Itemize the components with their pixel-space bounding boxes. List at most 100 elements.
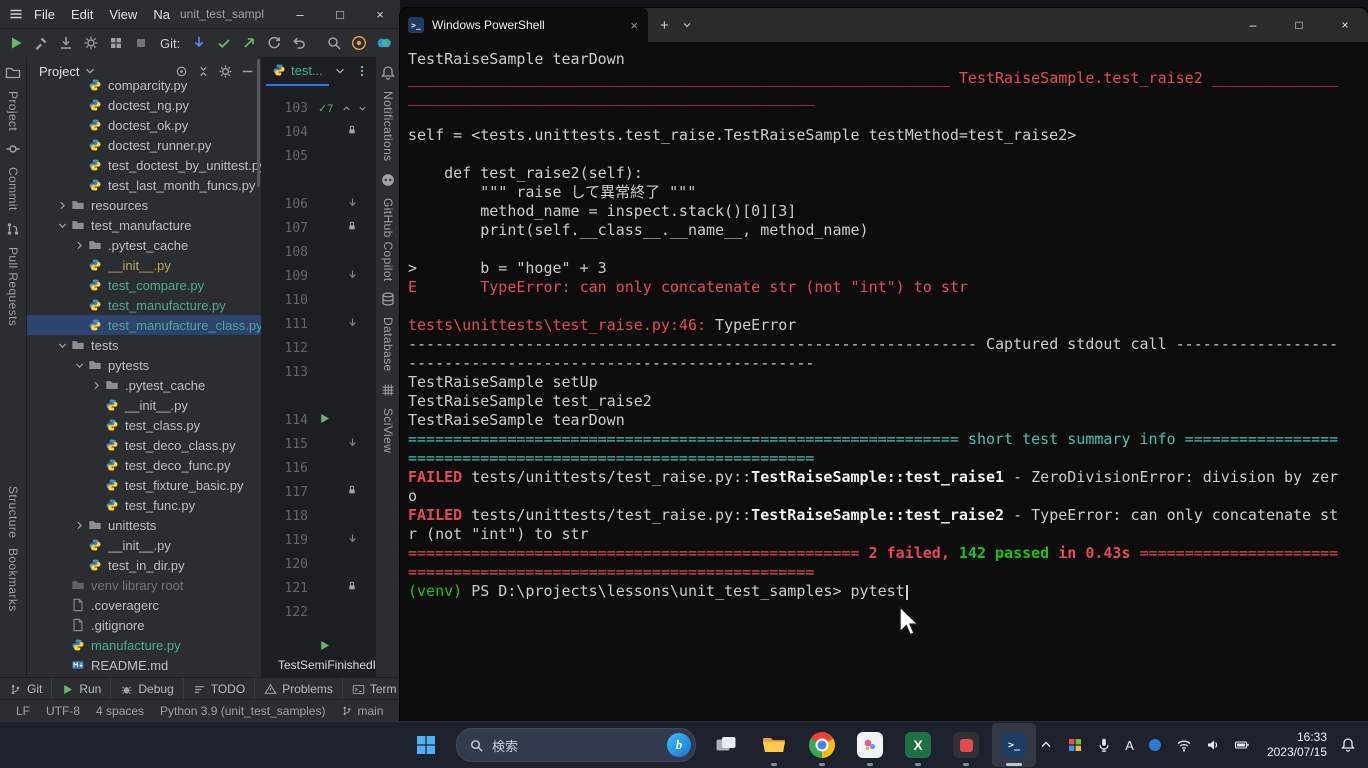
powershell-icon[interactable]: >_ bbox=[992, 723, 1036, 767]
test-result-badge[interactable]: ✓7 bbox=[318, 102, 333, 115]
tab-close-icon[interactable]: × bbox=[628, 18, 640, 33]
database-icon[interactable] bbox=[380, 291, 396, 307]
editor-line[interactable]: 107 bbox=[262, 216, 375, 240]
scrollbar[interactable] bbox=[257, 59, 260, 187]
status-button-debug[interactable]: Debug bbox=[111, 678, 183, 700]
tree-item[interactable]: pytests bbox=[27, 355, 261, 375]
maximize-icon[interactable]: □ bbox=[320, 0, 360, 28]
chevron-up-icon[interactable] bbox=[341, 103, 352, 114]
tree-item[interactable]: test_class.py bbox=[27, 415, 261, 435]
tree-item[interactable]: unittests bbox=[27, 515, 261, 535]
tree-item[interactable]: .coveragerc bbox=[27, 595, 261, 615]
git-commit-icon[interactable] bbox=[216, 35, 232, 51]
tool-window-button-project[interactable]: Project bbox=[6, 91, 20, 131]
taskbar-clock[interactable]: 16:332023/07/15 bbox=[1267, 730, 1327, 760]
menu-item-file[interactable]: File bbox=[34, 7, 55, 22]
battery-icon[interactable] bbox=[1234, 737, 1250, 753]
status-info-item[interactable]: LF bbox=[16, 704, 30, 718]
terminal-output[interactable]: TestRaiseSample tearDown________________… bbox=[400, 42, 1368, 601]
collapse-all-icon[interactable] bbox=[196, 64, 211, 79]
tree-item[interactable]: manufacture.py bbox=[27, 635, 261, 655]
refresh-icon[interactable] bbox=[266, 35, 282, 51]
minimize-icon[interactable]: – bbox=[280, 0, 320, 28]
tool-window-button-database[interactable]: Database bbox=[381, 317, 395, 372]
editor-line[interactable]: 114 bbox=[262, 408, 375, 432]
editor-line[interactable]: 116 bbox=[262, 456, 375, 480]
main-menu-icon[interactable] bbox=[8, 6, 24, 22]
editor-line[interactable]: 121 bbox=[262, 576, 375, 600]
editor-line[interactable]: 120 bbox=[262, 552, 375, 576]
run-test-icon[interactable] bbox=[318, 412, 331, 425]
git-update-icon[interactable] bbox=[191, 35, 207, 51]
tree-item[interactable]: doctest_ng.py bbox=[27, 95, 261, 115]
red-app-icon[interactable] bbox=[944, 723, 988, 767]
sciview-icon[interactable] bbox=[380, 382, 396, 398]
tree-item[interactable]: .gitignore bbox=[27, 615, 261, 635]
editor-line[interactable]: 104 bbox=[262, 120, 375, 144]
bing-icon[interactable]: b bbox=[667, 733, 691, 757]
copilot-icon[interactable] bbox=[380, 172, 396, 188]
chevron-down-icon[interactable] bbox=[54, 219, 70, 232]
editor-line[interactable]: 105 bbox=[262, 144, 375, 168]
status-info-item[interactable]: main bbox=[341, 704, 383, 718]
tool-window-button-sciview[interactable]: SciView bbox=[381, 408, 395, 453]
run-icon[interactable] bbox=[8, 35, 24, 51]
update-project-icon[interactable] bbox=[58, 35, 74, 51]
wifi-icon[interactable] bbox=[1176, 737, 1192, 753]
chevron-right-icon[interactable] bbox=[71, 519, 87, 532]
excel-icon[interactable]: X bbox=[896, 723, 940, 767]
stop-icon[interactable] bbox=[133, 35, 149, 51]
chrome-icon[interactable] bbox=[800, 723, 844, 767]
status-info-item[interactable]: Python 3.9 (unit_test_samples) bbox=[160, 704, 325, 718]
notifications-bell-icon[interactable] bbox=[380, 65, 396, 81]
tab-dropdown-icon[interactable] bbox=[681, 19, 693, 31]
editor-line[interactable]: 119 bbox=[262, 528, 375, 552]
editor-line[interactable]: 103✓7 bbox=[262, 96, 375, 120]
tree-item[interactable]: .pytest_cache bbox=[27, 235, 261, 255]
tree-item[interactable]: tests bbox=[27, 335, 261, 355]
microphone-icon[interactable] bbox=[1096, 737, 1112, 753]
tool-window-button-github-copilot[interactable]: GitHub Copilot bbox=[381, 198, 395, 282]
status-button-term[interactable]: Term bbox=[343, 678, 407, 700]
start-button[interactable] bbox=[404, 723, 448, 767]
hide-icon[interactable] bbox=[240, 64, 255, 79]
blue-dot-icon[interactable] bbox=[1147, 737, 1163, 753]
search-icon[interactable] bbox=[326, 35, 342, 51]
editor-line[interactable]: 115 bbox=[262, 432, 375, 456]
tree-item[interactable]: test_manufacture_class.py bbox=[27, 315, 261, 335]
editor-line[interactable]: 109 bbox=[262, 264, 375, 288]
terminal-maximize-icon[interactable]: □ bbox=[1276, 8, 1322, 42]
taskbar-search[interactable]: 検索 b bbox=[456, 728, 696, 762]
tree-item[interactable]: .pytest_cache bbox=[27, 375, 261, 395]
editor-line[interactable]: 108 bbox=[262, 240, 375, 264]
build-icon[interactable] bbox=[33, 35, 49, 51]
editor-line[interactable]: 122 bbox=[262, 600, 375, 624]
status-button-problems[interactable]: Problems bbox=[255, 678, 343, 700]
tree-item[interactable]: __init__.py bbox=[27, 395, 261, 415]
tree-item[interactable]: doctest_runner.py bbox=[27, 135, 261, 155]
editor-line[interactable]: 111 bbox=[262, 312, 375, 336]
notifications-dot-icon[interactable] bbox=[351, 35, 367, 51]
tree-item[interactable]: test_doctest_by_unittest.py bbox=[27, 155, 261, 175]
chevron-down-icon[interactable] bbox=[71, 359, 87, 372]
tool-window-button-structure[interactable]: Structure bbox=[6, 486, 20, 538]
menu-item-na[interactable]: Na bbox=[153, 7, 170, 22]
editor-line[interactable]: 110 bbox=[262, 288, 375, 312]
editor-line[interactable]: 117 bbox=[262, 480, 375, 504]
locate-icon[interactable] bbox=[174, 64, 189, 79]
file-explorer-icon[interactable] bbox=[752, 723, 796, 767]
volume-icon[interactable] bbox=[1205, 737, 1221, 753]
tree-item[interactable]: README.md bbox=[27, 655, 261, 675]
ime-indicator[interactable]: A bbox=[1125, 738, 1134, 753]
tree-item[interactable]: venv library root bbox=[27, 575, 261, 595]
chevron-down-icon[interactable] bbox=[83, 64, 97, 78]
tool-window-button-notifications[interactable]: Notifications bbox=[381, 91, 395, 162]
tree-item[interactable]: doctest_ok.py bbox=[27, 115, 261, 135]
chevron-down-icon[interactable] bbox=[357, 103, 368, 114]
new-tab-icon[interactable]: + bbox=[660, 17, 669, 34]
tree-item[interactable]: test_func.py bbox=[27, 495, 261, 515]
tree-item[interactable]: test_compare.py bbox=[27, 275, 261, 295]
settings-icon[interactable] bbox=[218, 64, 233, 79]
tray-chevron-icon[interactable] bbox=[1038, 737, 1054, 753]
undo-icon[interactable] bbox=[291, 35, 307, 51]
